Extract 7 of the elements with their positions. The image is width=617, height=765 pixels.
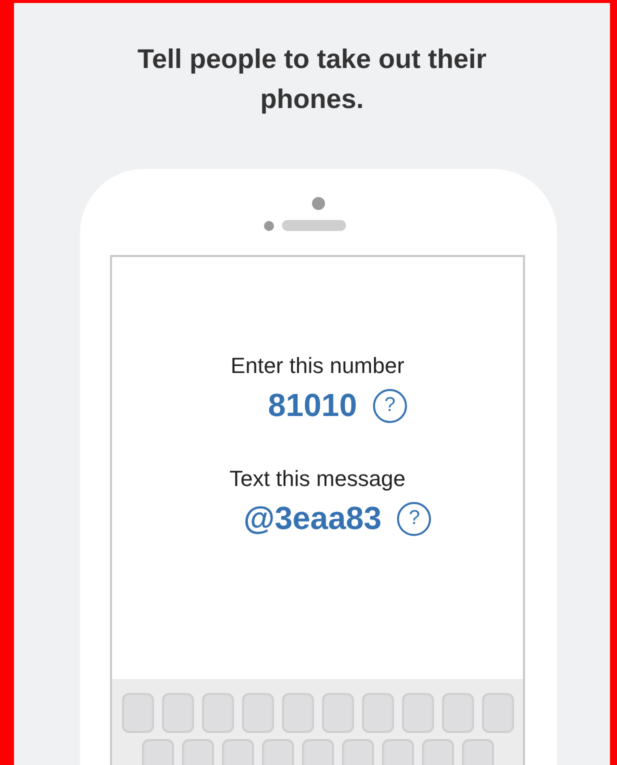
step-label: Text this message	[229, 465, 406, 493]
step-value: @3eaa83	[244, 500, 382, 537]
help-button[interactable]: ?	[372, 388, 407, 422]
help-button[interactable]: ?	[397, 502, 432, 536]
step-label: Enter this number	[230, 352, 404, 380]
instruction-heading: Tell people to take out their phones.	[136, 43, 488, 116]
step-value: 81010	[268, 387, 357, 424]
